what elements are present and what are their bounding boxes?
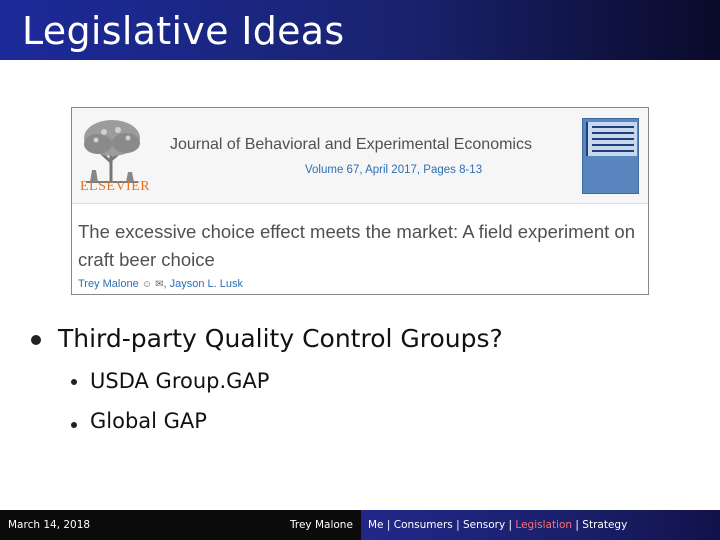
journal-cover-image bbox=[582, 118, 639, 194]
footer-presenter: Trey Malone bbox=[290, 519, 353, 531]
footer-date: March 14, 2018 bbox=[8, 519, 91, 531]
article-title: The excessive choice effect meets the ma… bbox=[78, 221, 635, 270]
journal-name: Journal of Behavioral and Experimental E… bbox=[170, 136, 532, 153]
title-bar: Legislative Ideas bbox=[0, 0, 720, 60]
sub-bullet: USDA Group.GAP bbox=[90, 369, 270, 393]
nav-item-legislation[interactable]: Legislation bbox=[515, 519, 572, 531]
footer-bar: March 14, 2018 Trey Malone Me | Consumer… bbox=[0, 510, 720, 540]
nav-item-sensory[interactable]: Sensory bbox=[463, 519, 505, 531]
main-bullet: Third-party Quality Control Groups? bbox=[58, 324, 503, 353]
bullet-icon bbox=[71, 422, 77, 428]
nav-item-strategy[interactable]: Strategy bbox=[582, 519, 627, 531]
article-screenshot: ELSEVIER Journal of Behavioral and Exper… bbox=[71, 107, 649, 295]
section-nav: Me | Consumers | Sensory | Legislation |… bbox=[361, 510, 720, 540]
publisher-name: ELSEVIER bbox=[80, 179, 151, 194]
person-icon: ☺ bbox=[141, 279, 153, 290]
sub-bullet: Global GAP bbox=[90, 409, 207, 433]
author-line: Trey Malone ☺ ✉, Jayson L. Lusk bbox=[78, 278, 243, 290]
author-name: Jayson L. Lusk bbox=[169, 278, 243, 290]
nav-item-me[interactable]: Me bbox=[368, 519, 384, 531]
journal-volume: Volume 67, April 2017, Pages 8-13 bbox=[305, 164, 483, 176]
nav-item-consumers[interactable]: Consumers bbox=[394, 519, 453, 531]
elsevier-tree-logo-icon bbox=[84, 120, 140, 183]
author-name: Trey Malone bbox=[78, 278, 139, 290]
journal-header: ELSEVIER Journal of Behavioral and Exper… bbox=[72, 108, 648, 204]
slide-title: Legislative Ideas bbox=[22, 9, 345, 53]
bullet-icon bbox=[31, 335, 41, 345]
bullet-icon bbox=[71, 379, 77, 385]
